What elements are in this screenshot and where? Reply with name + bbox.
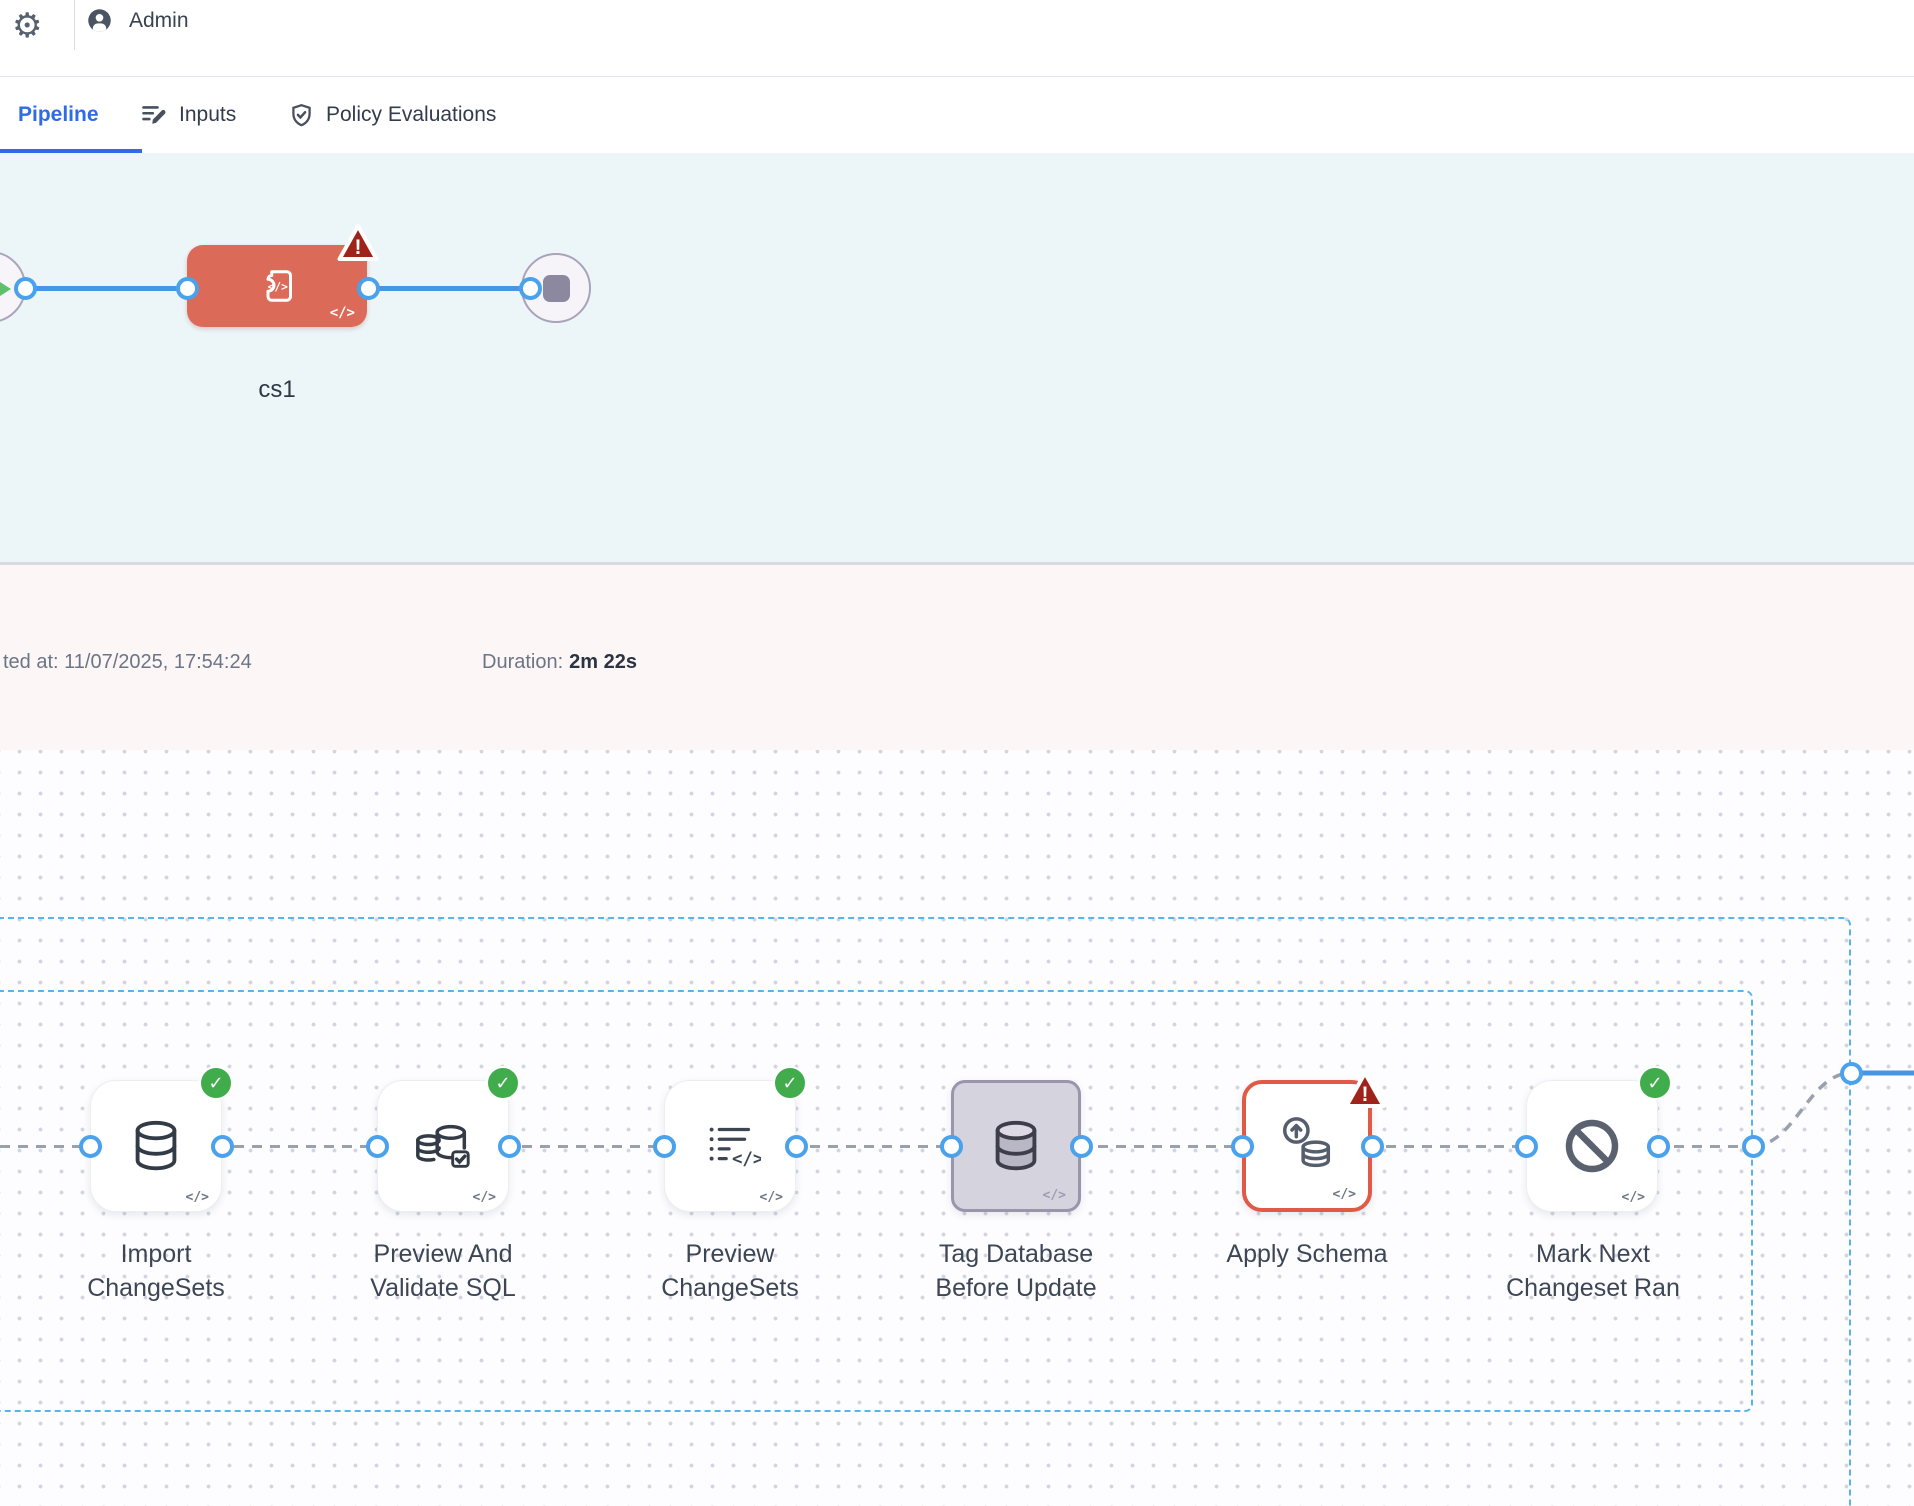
success-badge: ✓ <box>199 1066 233 1100</box>
port-end-in <box>519 277 542 300</box>
port <box>1515 1135 1538 1158</box>
step-label: ImportChangeSets <box>16 1237 296 1305</box>
svg-text:!: ! <box>355 236 362 259</box>
step-label: Mark NextChangeset Ran <box>1453 1237 1733 1305</box>
user-avatar-icon <box>86 7 113 34</box>
code-glyph: </> <box>186 1190 209 1205</box>
execution-status-band: ted at: 11/07/2025, 17:54:24 Duration: 2m… <box>0 562 1914 750</box>
port <box>1231 1135 1254 1158</box>
ban-icon <box>1560 1114 1624 1178</box>
port-cs1-out <box>357 277 380 300</box>
user-chip[interactable]: Admin <box>86 7 189 34</box>
pipeline-execution-screen: ⚙ Admin Pipeline I <box>0 0 1914 1506</box>
stage-node-label: cs1 <box>187 376 367 404</box>
port <box>1647 1135 1670 1158</box>
success-badge: ✓ <box>1638 1066 1672 1100</box>
code-glyph: </> <box>473 1190 496 1205</box>
stage-connector-left <box>25 286 187 291</box>
database-check-icon <box>412 1115 474 1177</box>
svg-text:</>: </> <box>268 281 289 294</box>
port-cs1-in <box>176 277 199 300</box>
custom-stage-icon: </> <box>253 262 301 310</box>
step-node-preview-changesets[interactable]: </> </> <box>664 1080 796 1212</box>
port-start-out <box>14 277 37 300</box>
port <box>940 1135 963 1158</box>
tab-row: Pipeline Inputs Policy Evaluations <box>0 77 1914 153</box>
step-connector-line <box>0 1145 1753 1149</box>
step-label: PreviewChangeSets <box>590 1237 870 1305</box>
code-glyph: </> <box>1333 1187 1356 1202</box>
port <box>366 1135 389 1158</box>
play-icon <box>0 277 11 301</box>
step-node-preview-validate-sql[interactable]: </> <box>377 1080 509 1212</box>
port <box>1361 1135 1384 1158</box>
top-bar: ⚙ Admin <box>0 0 1914 77</box>
started-at-text: ted at: 11/07/2025, 17:54:24 <box>3 651 252 674</box>
code-glyph: </> <box>1622 1190 1645 1205</box>
tab-policy-evaluations[interactable]: Policy Evaluations <box>288 77 496 153</box>
success-badge: ✓ <box>773 1066 807 1100</box>
svg-text:</>: </> <box>732 1149 761 1169</box>
tab-pipeline[interactable]: Pipeline <box>18 77 99 153</box>
port <box>498 1135 521 1158</box>
upload-database-icon <box>1276 1115 1338 1177</box>
step-group-box <box>0 990 1753 1412</box>
settings-gear-icon[interactable]: ⚙ <box>12 2 42 50</box>
step-label: Preview AndValidate SQL <box>303 1237 583 1305</box>
database-icon <box>125 1115 187 1177</box>
stop-icon <box>543 275 570 302</box>
port <box>653 1135 676 1158</box>
topbar-divider <box>74 0 75 50</box>
execution-graph-canvas: </> </> </> </> <box>0 750 1914 1506</box>
port <box>1070 1135 1093 1158</box>
inputs-edit-icon <box>140 101 168 129</box>
port-group-exit <box>1742 1135 1765 1158</box>
code-glyph: </> <box>760 1190 783 1205</box>
duration-label: Duration: <box>482 651 563 673</box>
step-node-tag-database-before-update[interactable]: </> <box>951 1080 1081 1212</box>
code-glyph: </> <box>1043 1188 1066 1203</box>
user-name: Admin <box>129 9 189 33</box>
port-stage-exit <box>1840 1062 1863 1085</box>
step-label: Apply Schema <box>1167 1237 1447 1271</box>
stage-connector-right <box>368 286 530 291</box>
tab-inputs[interactable]: Inputs <box>140 77 236 153</box>
duration-value: 2m 22s <box>569 651 637 673</box>
step-label: Tag DatabaseBefore Update <box>876 1237 1156 1305</box>
port <box>211 1135 234 1158</box>
port <box>79 1135 102 1158</box>
tab-policy-evaluations-label: Policy Evaluations <box>326 103 496 127</box>
port <box>785 1135 808 1158</box>
tab-inputs-label: Inputs <box>179 103 236 127</box>
error-badge: ! <box>337 223 379 268</box>
svg-text:!: ! <box>1362 1083 1369 1106</box>
step-node-mark-next-changeset-ran[interactable]: </> <box>1526 1080 1658 1212</box>
group-exit-connector <box>1753 1063 1914 1163</box>
code-glyph: </> <box>330 305 355 321</box>
stage-node-cs1[interactable]: </> </> ! <box>187 245 367 327</box>
tab-pipeline-label: Pipeline <box>18 103 99 127</box>
stage-graph-canvas: </> </> ! cs1 <box>0 153 1914 562</box>
step-node-import-changesets[interactable]: </> <box>90 1080 222 1212</box>
database-icon <box>985 1115 1047 1177</box>
list-code-icon: </> <box>699 1115 761 1177</box>
duration-text: Duration: 2m 22s <box>482 651 637 674</box>
success-badge: ✓ <box>486 1066 520 1100</box>
shield-check-icon <box>288 102 315 129</box>
error-badge: ! <box>1344 1070 1386 1115</box>
